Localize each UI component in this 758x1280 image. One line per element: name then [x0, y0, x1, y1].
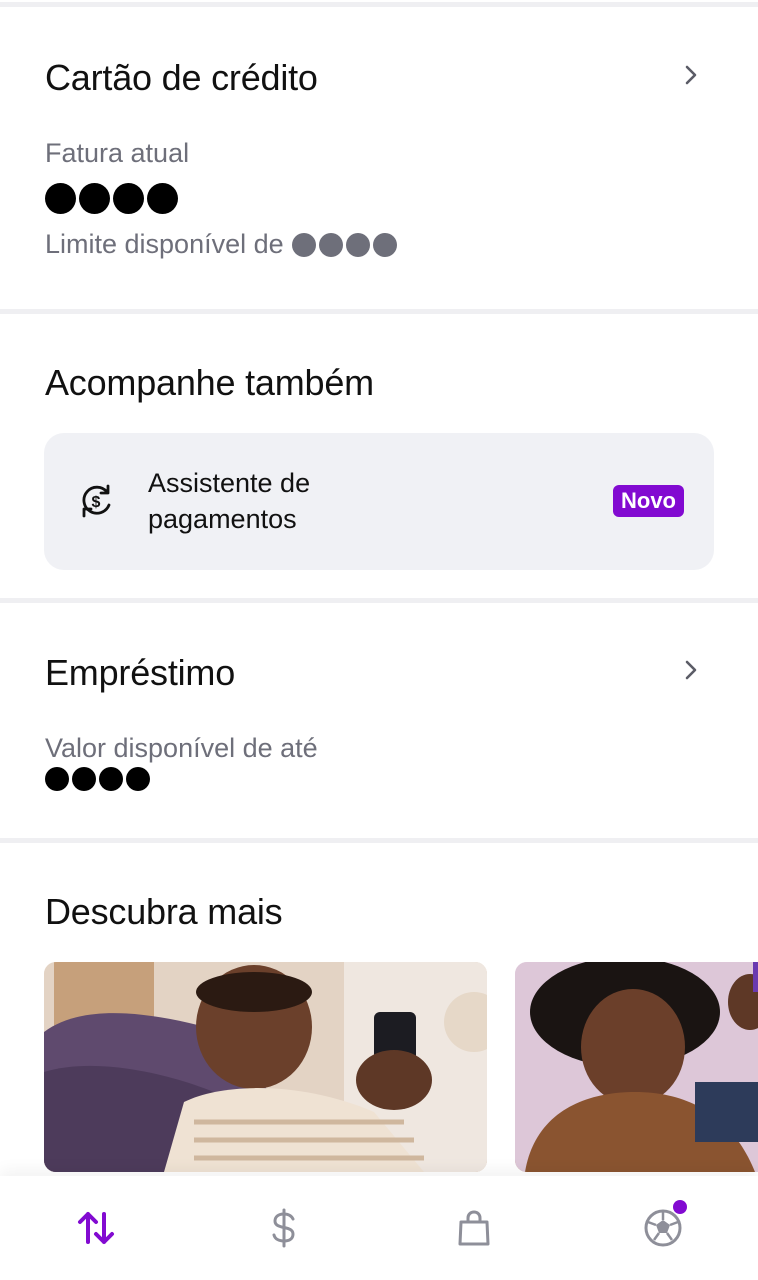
payment-assistant-card[interactable]: $ Assistente de pagamentos Novo — [44, 433, 714, 570]
section-divider — [0, 309, 758, 314]
top-divider — [0, 2, 758, 7]
section-divider — [0, 838, 758, 843]
available-limit-label: Limite disponível de — [45, 229, 284, 259]
nav-transactions[interactable] — [20, 1176, 171, 1280]
transfer-arrows-icon — [77, 1212, 114, 1244]
payment-assistant-line1: Assistente de — [148, 468, 311, 498]
payment-assistant-label: Assistente de pagamentos — [148, 465, 310, 537]
bottom-navigation — [0, 1176, 758, 1280]
payment-assistant-line2: pagamentos — [148, 504, 297, 534]
loan-title: Empréstimo — [45, 652, 236, 693]
current-bill-label: Fatura atual — [45, 138, 190, 168]
dollar-icon — [272, 1208, 295, 1248]
nav-shopping[interactable] — [398, 1176, 549, 1280]
promo-card-1[interactable] — [44, 962, 487, 1172]
nav-sports[interactable] — [587, 1176, 738, 1280]
svg-text:$: $ — [92, 494, 101, 511]
chevron-right-icon[interactable] — [680, 659, 702, 681]
credit-card-title: Cartão de crédito — [45, 57, 318, 98]
payment-cycle-icon: $ — [82, 484, 111, 518]
notification-dot — [673, 1200, 687, 1214]
nav-finance[interactable] — [208, 1176, 359, 1280]
hidden-limit-value — [291, 232, 397, 257]
hidden-bill-value — [45, 183, 178, 214]
hidden-loan-value — [45, 767, 150, 791]
shopping-bag-icon — [458, 1210, 489, 1246]
loan-available-label: Valor disponível de até — [45, 733, 318, 763]
promo-card-2[interactable] — [515, 962, 758, 1172]
new-badge: Novo — [613, 485, 684, 517]
chevron-right-icon[interactable] — [680, 64, 702, 86]
promo-image-person-phone — [44, 962, 487, 1172]
discover-title: Descubra mais — [45, 891, 283, 932]
also-follow-title: Acompanhe também — [45, 362, 374, 403]
available-limit-row: Limite disponível de — [45, 229, 397, 260]
promo-image-person-smiling — [515, 962, 758, 1172]
section-divider — [0, 598, 758, 603]
